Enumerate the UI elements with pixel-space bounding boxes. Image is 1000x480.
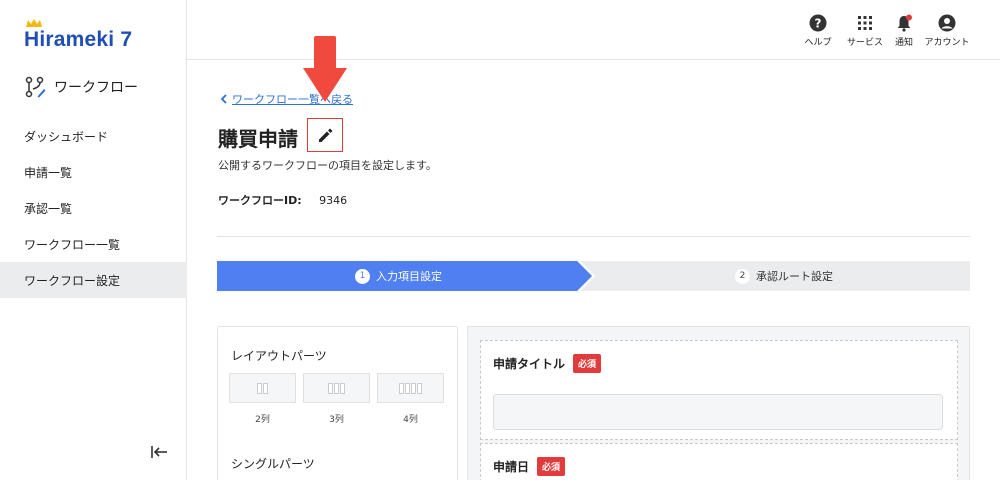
column-shape	[411, 382, 416, 394]
account-icon	[938, 14, 956, 32]
required-badge: 必須	[573, 354, 602, 373]
page-title: 購買申請	[218, 127, 298, 151]
collapse-sidebar-button[interactable]	[150, 444, 168, 463]
sidebar-item-application-list[interactable]: 申請一覧	[0, 154, 187, 190]
sidebar-nav: ダッシュボード 申請一覧 承認一覧 ワークフロー一覧 ワークフロー設定	[0, 118, 187, 298]
sidebar-item-workflow-list[interactable]: ワークフロー一覧	[0, 226, 187, 262]
column-shape	[405, 382, 410, 394]
workflow-id-value: 9346	[319, 194, 348, 207]
collapse-left-icon	[151, 446, 167, 458]
single-parts-heading: シングルパーツ	[231, 457, 315, 471]
column-shape	[263, 382, 268, 394]
layout-part-4col[interactable]	[377, 373, 444, 403]
form-field-application-title[interactable]: 申請タイトル 必須	[480, 340, 958, 440]
sidebar-item-workflow-settings[interactable]: ワークフロー設定	[0, 262, 187, 298]
sidebar-item-approval-list[interactable]: 承認一覧	[0, 190, 187, 226]
sidebar: Hirameki 7 ワークフロー ダッシュボード 申請一覧 承認一覧 ワークフ…	[0, 0, 187, 480]
logo-text: Hirameki 7	[24, 28, 133, 51]
step-1-number: 1	[355, 268, 370, 284]
step-2-label: 承認ルート設定	[756, 270, 833, 283]
form-field-application-date[interactable]: 申請日 必須	[480, 443, 958, 480]
step-1[interactable]: 1 入力項目設定	[355, 261, 442, 291]
column-shape	[257, 382, 262, 394]
annotation-arrow-icon	[303, 36, 347, 102]
account-button[interactable]: アカウント	[917, 14, 977, 48]
crown-icon	[26, 19, 42, 27]
account-label: アカウント	[924, 38, 970, 48]
field-title-row: 申請日 必須	[493, 457, 566, 476]
layout-part-2col[interactable]	[229, 373, 296, 403]
app-logo[interactable]: Hirameki 7	[24, 19, 133, 52]
step-background	[217, 261, 970, 291]
required-badge: 必須	[537, 457, 566, 476]
help-label: ヘルプ	[804, 38, 832, 48]
field-label: 申請日	[493, 460, 530, 474]
layout-parts-heading: レイアウトパーツ	[231, 349, 327, 363]
edit-title-button[interactable]	[307, 118, 343, 152]
divider	[217, 236, 970, 237]
pencil-icon	[318, 128, 332, 142]
notifications-label: 通知	[894, 38, 913, 48]
layout-part-4col-label: 4列	[403, 415, 418, 425]
step-2-number: 2	[735, 268, 750, 284]
workflow-id: ワークフローID: 9346	[218, 192, 347, 208]
layout-part-3col-label: 3列	[329, 415, 344, 425]
layout-part-3col[interactable]	[303, 373, 370, 403]
workflow-section-label: ワークフロー	[54, 80, 138, 96]
column-shape	[340, 382, 345, 394]
parts-panel: レイアウトパーツ 2列 3列 4列 シングルパーツ	[217, 326, 458, 480]
workflow-icon	[25, 76, 46, 98]
application-title-input[interactable]	[493, 394, 943, 430]
workflow-id-label: ワークフローID:	[218, 194, 302, 207]
bell-icon	[897, 14, 912, 32]
layout-part-2col-label: 2列	[255, 415, 270, 425]
sidebar-item-dashboard[interactable]: ダッシュボード	[0, 118, 187, 154]
page-subtitle: 公開するワークフローの項目を設定します。	[218, 159, 437, 172]
column-shape	[334, 382, 339, 394]
form-canvas: 申請タイトル 必須 申請日 必須	[467, 326, 970, 480]
column-shape	[399, 382, 404, 394]
column-shape	[417, 382, 422, 394]
workflow-section-header: ワークフロー	[24, 76, 138, 98]
step-progress: 1 入力項目設定 2 承認ルート設定	[217, 261, 970, 291]
svg-text:?: ?	[815, 17, 822, 31]
grid-icon	[858, 16, 872, 30]
field-label: 申請タイトル	[493, 357, 566, 371]
column-shape	[328, 382, 333, 394]
step-1-label: 入力項目設定	[376, 270, 442, 283]
help-icon: ?	[809, 14, 827, 32]
step-2[interactable]: 2 承認ルート設定	[735, 261, 833, 291]
field-title-row: 申請タイトル 必須	[493, 354, 602, 373]
chevron-left-icon	[220, 94, 227, 104]
